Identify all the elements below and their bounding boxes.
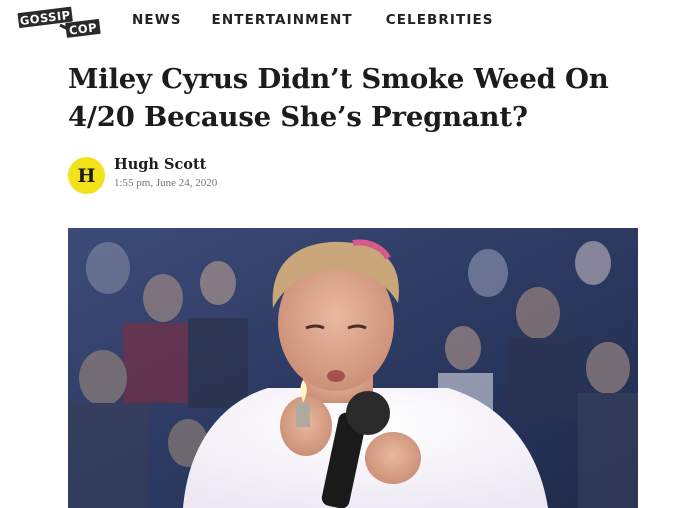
hero-image[interactable] xyxy=(68,228,638,508)
gossip-cop-logo[interactable]: GOSSIP COP xyxy=(16,5,104,39)
author-avatar[interactable]: H xyxy=(68,157,105,194)
logo-text-cop: COP xyxy=(68,20,98,37)
photo-icon xyxy=(68,228,638,508)
nav-celebrities[interactable]: CELEBRITIES xyxy=(386,12,494,28)
post-date: 1:55 pm, June 24, 2020 xyxy=(114,177,218,189)
site-header: GOSSIP COP NEWS ENTERTAINMENT CELEBRITIE… xyxy=(0,0,680,44)
byline: H Hugh Scott 1:55 pm, June 24, 2020 xyxy=(68,154,468,198)
nav-entertainment[interactable]: ENTERTAINMENT xyxy=(212,12,353,28)
author-name[interactable]: Hugh Scott xyxy=(114,156,206,173)
logo-text-gossip: GOSSIP xyxy=(19,8,71,28)
nav-news[interactable]: NEWS xyxy=(132,12,182,28)
article-headline: Miley Cyrus Didn’t Smoke Weed On 4/20 Be… xyxy=(68,63,609,133)
main-nav: NEWS ENTERTAINMENT CELEBRITIES xyxy=(132,12,494,28)
